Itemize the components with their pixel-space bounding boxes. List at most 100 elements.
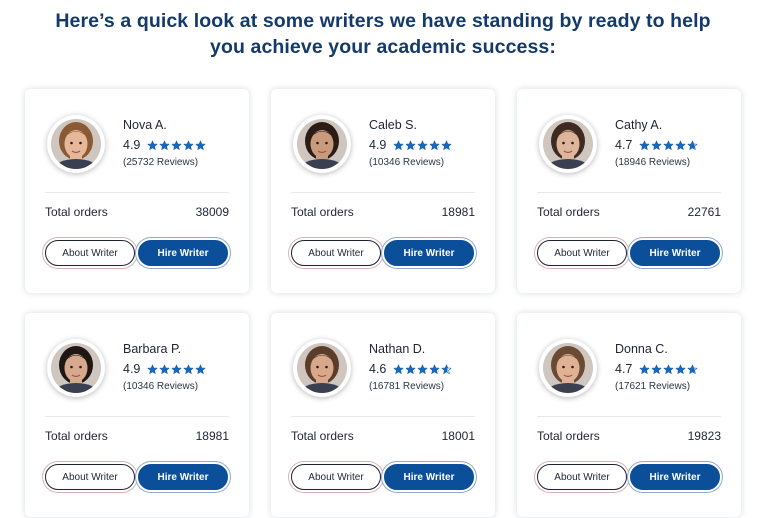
total-orders-label: Total orders — [537, 429, 600, 443]
headline-line-2: you achieve your academic success: — [210, 36, 556, 58]
total-orders-value: 18001 — [441, 429, 475, 443]
star-icon — [640, 364, 650, 374]
total-orders-label: Total orders — [291, 205, 354, 219]
hire-writer-button[interactable]: Hire Writer — [384, 240, 474, 266]
rating-row: 4.7 — [615, 361, 699, 377]
writer-avatar — [543, 119, 593, 169]
star-icon — [676, 364, 686, 374]
total-orders-value: 38009 — [195, 205, 229, 219]
divider — [291, 416, 475, 417]
writer-name: Caleb S. — [369, 118, 417, 132]
star-icon — [184, 364, 194, 374]
star-icon — [148, 140, 158, 150]
hire-writer-button[interactable]: Hire Writer — [630, 464, 720, 490]
divider — [45, 416, 229, 417]
writer-name: Nathan D. — [369, 342, 426, 356]
total-orders-value: 18981 — [441, 205, 475, 219]
avatar-frame — [47, 339, 105, 397]
rating-value: 4.7 — [615, 138, 633, 152]
review-count: (16781 Reviews) — [369, 381, 445, 392]
writer-card: Nova A. 4.9 (25732 Reviews) Total orders… — [25, 89, 249, 293]
writer-card: Donna C. 4.7 (17621 Reviews) Total order… — [517, 313, 741, 517]
divider — [291, 192, 475, 193]
divider — [45, 192, 229, 193]
hire-writer-button[interactable]: Hire Writer — [138, 464, 228, 490]
about-writer-button[interactable]: About Writer — [537, 464, 627, 490]
star-icon — [184, 140, 194, 150]
star-icon — [664, 364, 674, 374]
writer-card: Caleb S. 4.9 (10346 Reviews) Total order… — [271, 89, 495, 293]
about-writer-button[interactable]: About Writer — [45, 464, 135, 490]
rating-row: 4.6 — [369, 361, 453, 377]
hire-writer-button[interactable]: Hire Writer — [138, 240, 228, 266]
star-rating — [147, 364, 207, 375]
rating-value: 4.7 — [615, 362, 633, 376]
star-rating — [147, 140, 207, 151]
writer-card: Barbara P. 4.9 (10346 Reviews) Total ord… — [25, 313, 249, 517]
about-writer-button[interactable]: About Writer — [537, 240, 627, 266]
rating-row: 4.9 — [369, 137, 453, 153]
total-orders-label: Total orders — [45, 429, 108, 443]
review-count: (25732 Reviews) — [123, 157, 199, 168]
writer-name: Donna C. — [615, 342, 668, 356]
star-icon — [688, 364, 698, 374]
star-icon — [394, 364, 404, 374]
total-orders-value: 18981 — [195, 429, 229, 443]
rating-row: 4.9 — [123, 361, 207, 377]
about-writer-button[interactable]: About Writer — [45, 240, 135, 266]
avatar-frame — [293, 115, 351, 173]
star-rating — [639, 364, 699, 375]
writer-name: Nova A. — [123, 118, 167, 132]
star-icon — [196, 140, 206, 150]
star-icon — [442, 364, 452, 374]
review-count: (10346 Reviews) — [369, 157, 445, 168]
star-icon — [430, 140, 440, 150]
star-icon — [418, 364, 428, 374]
star-icon — [688, 140, 698, 150]
writer-avatar — [297, 343, 347, 393]
divider — [537, 192, 721, 193]
about-writer-button[interactable]: About Writer — [291, 464, 381, 490]
star-icon — [418, 140, 428, 150]
rating-value: 4.6 — [369, 362, 387, 376]
writer-name: Cathy A. — [615, 118, 663, 132]
avatar-frame — [539, 339, 597, 397]
writer-avatar — [543, 343, 593, 393]
rating-row: 4.7 — [615, 137, 699, 153]
page-headline: Here’s a quick look at some writers we h… — [0, 8, 766, 60]
divider — [537, 416, 721, 417]
total-orders-label: Total orders — [291, 429, 354, 443]
star-icon — [664, 140, 674, 150]
review-count: (10346 Reviews) — [123, 381, 199, 392]
hire-writer-button[interactable]: Hire Writer — [384, 464, 474, 490]
total-orders-label: Total orders — [45, 205, 108, 219]
writer-card: Nathan D. 4.6 (16781 Reviews) Total orde… — [271, 313, 495, 517]
writer-avatar — [51, 343, 101, 393]
rating-value: 4.9 — [369, 138, 387, 152]
writer-card: Cathy A. 4.7 (18946 Reviews) Total order… — [517, 89, 741, 293]
total-orders-value: 19823 — [687, 429, 721, 443]
star-rating — [393, 140, 453, 151]
star-icon — [676, 140, 686, 150]
total-orders-label: Total orders — [537, 205, 600, 219]
avatar-frame — [293, 339, 351, 397]
rating-row: 4.9 — [123, 137, 207, 153]
star-icon — [160, 364, 170, 374]
about-writer-button[interactable]: About Writer — [291, 240, 381, 266]
star-icon — [160, 140, 170, 150]
review-count: (17621 Reviews) — [615, 381, 691, 392]
writer-avatar — [51, 119, 101, 169]
rating-value: 4.9 — [123, 138, 141, 152]
review-count: (18946 Reviews) — [615, 157, 691, 168]
star-icon — [652, 140, 662, 150]
star-icon — [394, 140, 404, 150]
star-icon — [652, 364, 662, 374]
star-icon — [406, 364, 416, 374]
star-icon — [442, 140, 452, 150]
star-icon — [172, 140, 182, 150]
star-rating — [393, 364, 453, 375]
headline-line-1: Here’s a quick look at some writers we h… — [55, 10, 711, 32]
avatar-frame — [539, 115, 597, 173]
hire-writer-button[interactable]: Hire Writer — [630, 240, 720, 266]
writer-name: Barbara P. — [123, 342, 182, 356]
